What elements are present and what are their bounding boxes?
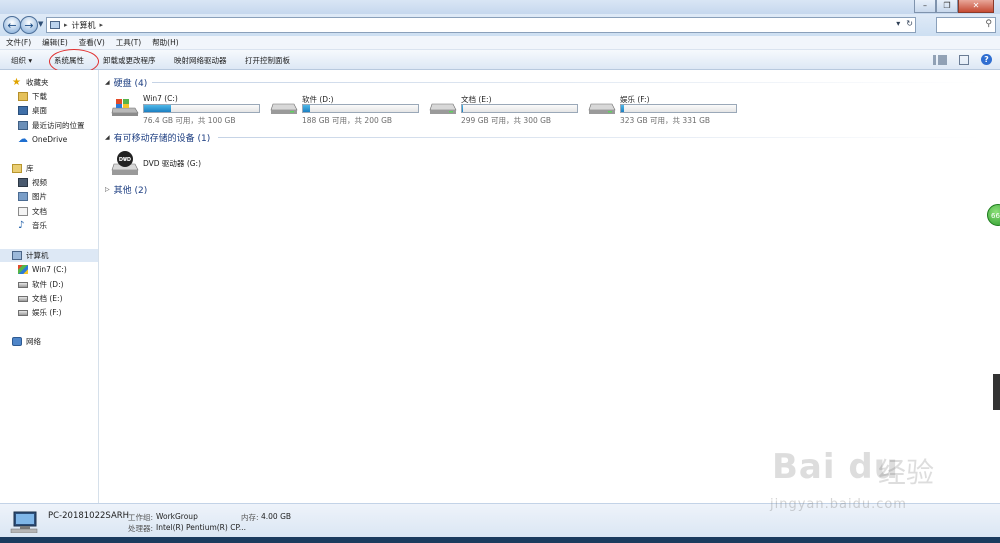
- hard-drive-icon: [270, 103, 298, 114]
- open-control-panel-button[interactable]: 打开控制面板: [245, 55, 290, 66]
- memory-value: 4.00 GB: [261, 512, 292, 521]
- section-removable-storage[interactable]: ◢ 有可移动存储的设备 (1): [105, 131, 210, 144]
- computer-icon: [12, 251, 22, 260]
- windows-drive-icon: [111, 99, 139, 116]
- computer-name: PC-20181022SARH: [48, 511, 130, 521]
- drive-usage-bar: [302, 104, 419, 113]
- recent-pages-dropdown-icon[interactable]: ▼: [38, 20, 43, 28]
- dvd-drive-icon: DVD: [111, 151, 139, 175]
- expand-triangle-icon[interactable]: ▷: [105, 186, 110, 193]
- videos-icon: [18, 178, 28, 187]
- section-divider: [152, 82, 982, 83]
- menu-help[interactable]: 帮助(H): [152, 37, 179, 48]
- watermark-cn: 经验: [878, 456, 935, 489]
- drive-item-d[interactable]: 软件 (D:) 188 GB 可用，共 200 GB: [270, 94, 420, 125]
- hard-drive-icon: [18, 309, 28, 316]
- map-network-drive-button[interactable]: 映射网络驱动器: [174, 55, 227, 66]
- refresh-icon[interactable]: ↻: [906, 19, 913, 28]
- nav-computer[interactable]: 计算机: [0, 249, 98, 262]
- music-icon: ♪: [18, 220, 25, 231]
- breadcrumb-computer[interactable]: 计算机: [72, 20, 96, 31]
- drive-item-dvd[interactable]: DVD DVD 驱动器 (G:): [111, 150, 261, 180]
- menu-tools[interactable]: 工具(T): [116, 37, 141, 48]
- menu-file[interactable]: 文件(F): [6, 37, 31, 48]
- drive-size: 323 GB 可用，共 331 GB: [620, 116, 711, 125]
- hard-drive-icon: [18, 281, 28, 288]
- taskbar[interactable]: [0, 537, 1000, 543]
- minimize-button[interactable]: –: [914, 0, 936, 13]
- drive-item-f[interactable]: 娱乐 (F:) 323 GB 可用，共 331 GB: [588, 94, 738, 125]
- address-bar[interactable]: ▸ 计算机 ▸ ▾ ↻: [46, 17, 916, 33]
- watermark-url: jingyan.baidu.com: [770, 497, 907, 512]
- nav-favorites[interactable]: ★ 收藏夹: [12, 76, 110, 89]
- title-bar: – ❐ ✕: [0, 0, 1000, 14]
- workgroup-label: 工作组:: [128, 513, 154, 522]
- restore-button[interactable]: ❐: [936, 0, 958, 13]
- menu-bar: 文件(F) 编辑(E) 查看(V) 工具(T) 帮助(H): [0, 36, 1000, 50]
- menu-view[interactable]: 查看(V): [79, 37, 105, 48]
- dvd-icon-label: DVD: [119, 157, 131, 163]
- collapse-triangle-icon[interactable]: ◢: [105, 79, 110, 86]
- address-row: ← → ▼ ▸ 计算机 ▸ ▾ ↻ ⚲: [0, 14, 1000, 36]
- help-icon[interactable]: ?: [981, 54, 992, 65]
- drive-size: 299 GB 可用，共 300 GB: [461, 116, 552, 125]
- drive-item-e[interactable]: 文档 (E:) 299 GB 可用，共 300 GB: [429, 94, 579, 125]
- documents-icon: [18, 207, 28, 216]
- cloud-icon: ☁: [18, 134, 28, 145]
- drive-size: 76.4 GB 可用，共 100 GB: [143, 116, 236, 125]
- back-button[interactable]: ←: [3, 16, 21, 34]
- forward-button[interactable]: →: [20, 16, 38, 34]
- processor-label: 处理器:: [128, 524, 154, 533]
- desktop-icon: [18, 106, 28, 115]
- nav-network[interactable]: 网络: [12, 335, 110, 348]
- library-icon: [12, 164, 22, 173]
- organize-button[interactable]: 组织 ▾: [11, 55, 32, 66]
- computer-icon: [10, 511, 38, 533]
- side-grip-handle[interactable]: [993, 374, 1000, 410]
- search-icon: ⚲: [985, 19, 992, 29]
- breadcrumb-chevron-icon[interactable]: ▸: [64, 21, 68, 29]
- section-hard-drives[interactable]: ◢ 硬盘 (4): [105, 76, 147, 89]
- uninstall-program-button[interactable]: 卸载或更改程序: [103, 55, 156, 66]
- processor-value: Intel(R) Pentium(R) CP...: [156, 523, 246, 532]
- view-options-icon[interactable]: [933, 54, 947, 65]
- navigation-pane: ★ 收藏夹 下载 桌面 最近访问的位置 ☁ OneDrive 库 视频 图片 文…: [0, 70, 99, 503]
- pictures-icon: [18, 192, 28, 201]
- windows-drive-icon: [18, 265, 28, 274]
- baidu-watermark: Bai du 经验 jingyan.baidu.com: [750, 435, 990, 520]
- collapse-triangle-icon[interactable]: ◢: [105, 134, 110, 141]
- recent-places-icon: [18, 121, 28, 130]
- network-icon: [12, 337, 22, 346]
- computer-icon: [50, 21, 60, 29]
- star-icon: ★: [12, 77, 21, 88]
- drive-usage-bar: [620, 104, 737, 113]
- hard-drive-icon: [18, 295, 28, 302]
- workgroup-value: WorkGroup: [156, 512, 198, 521]
- search-input[interactable]: ⚲: [936, 17, 996, 33]
- preview-pane-icon[interactable]: [959, 54, 969, 65]
- hard-drive-icon: [429, 103, 457, 114]
- section-divider: [218, 137, 982, 138]
- drive-usage-bar: [143, 104, 260, 113]
- close-button[interactable]: ✕: [958, 0, 994, 13]
- breadcrumb-chevron-icon[interactable]: ▸: [100, 21, 104, 29]
- drive-size: 188 GB 可用，共 200 GB: [302, 116, 393, 125]
- nav-libraries[interactable]: 库: [12, 162, 110, 175]
- drive-usage-bar: [461, 104, 578, 113]
- window-controls: – ❐ ✕: [914, 0, 994, 13]
- drive-name: Win7 (C:): [143, 94, 178, 103]
- downloads-folder-icon: [18, 92, 28, 101]
- drive-item-c[interactable]: Win7 (C:) 76.4 GB 可用，共 100 GB: [111, 94, 261, 125]
- menu-edit[interactable]: 编辑(E): [42, 37, 68, 48]
- memory-label: 内存:: [241, 513, 259, 522]
- command-bar: 组织 ▾ 系统属性 卸载或更改程序 映射网络驱动器 打开控制面板 ?: [0, 50, 1000, 70]
- section-other[interactable]: ▷ 其他 (2): [105, 183, 147, 196]
- hard-drive-icon: [588, 103, 616, 114]
- address-dropdown-icon[interactable]: ▾: [896, 19, 900, 28]
- drive-name: DVD 驱动器 (G:): [143, 159, 202, 168]
